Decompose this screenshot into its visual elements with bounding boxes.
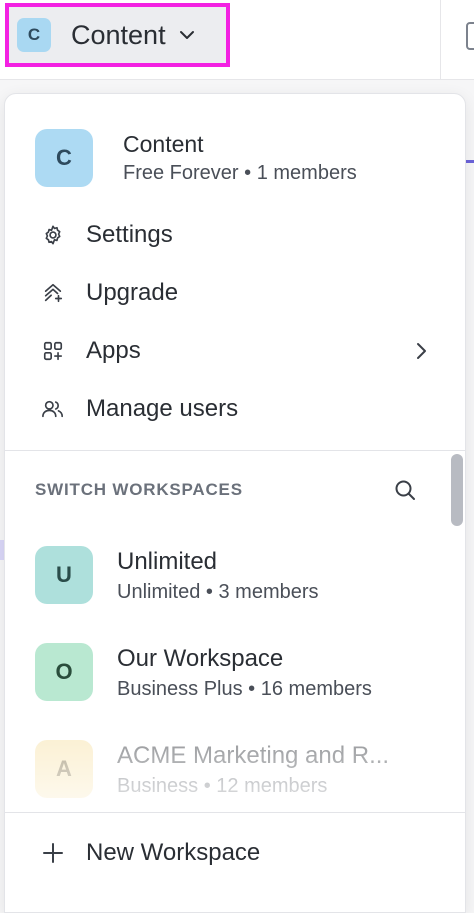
scrollbar-thumb[interactable] [451,454,463,526]
apps-grid-icon [41,339,65,363]
menu-item-upgrade[interactable]: Upgrade [5,264,465,322]
workspace-menu: Settings Upgrade Apps Manage users [5,206,465,438]
active-tab-indicator [466,160,474,163]
workspace-avatar: C [17,18,51,52]
menu-item-label: Manage users [86,395,239,422]
header-divider [440,0,441,80]
sidebar-toggle-icon[interactable] [466,22,474,50]
menu-item-label: Settings [86,221,173,248]
workspace-avatar: A [35,740,93,798]
workspace-avatar: O [35,643,93,701]
users-icon [41,397,65,421]
workspace-list: U Unlimited Unlimited • 3 members O Our … [35,546,445,837]
search-icon[interactable] [393,478,419,504]
current-workspace-avatar: C [35,129,93,187]
workspace-item-name: Unlimited [117,548,218,575]
workspace-switcher-button[interactable]: C Content [5,3,230,67]
workspace-item-plan: Business • 12 members [117,775,328,797]
workspace-item-acme-marketing[interactable]: A ACME Marketing and R... Business • 12 … [35,740,445,837]
chevron-right-icon [411,341,431,361]
upgrade-icon [41,281,65,305]
menu-item-apps[interactable]: Apps [5,322,465,380]
current-workspace-plan: Free Forever • 1 members [123,162,357,184]
divider [5,812,465,813]
current-workspace: C Content Free Forever • 1 members [35,129,357,187]
menu-item-label: Upgrade [86,279,179,306]
workspace-name: Content [71,19,166,50]
workspace-item-plan: Unlimited • 3 members [117,581,319,603]
divider [5,450,465,451]
workspace-item-name: ACME Marketing and R... [117,742,390,769]
workspace-dropdown: C Content Free Forever • 1 members Setti… [4,93,466,913]
gear-icon [41,223,65,247]
menu-item-settings[interactable]: Settings [5,206,465,264]
current-workspace-name: Content [123,131,204,157]
workspace-item-name: Our Workspace [117,645,284,672]
workspace-item-unlimited[interactable]: U Unlimited Unlimited • 3 members [35,546,445,643]
switch-workspaces-header: SWITCH WORKSPACES [35,480,243,499]
workspace-avatar: U [35,546,93,604]
workspace-item-plan: Business Plus • 16 members [117,678,372,700]
workspace-item-our-workspace[interactable]: O Our Workspace Business Plus • 16 membe… [35,643,445,740]
menu-item-label: Apps [86,337,141,364]
menu-item-manage-users[interactable]: Manage users [5,380,465,438]
chevron-down-icon [178,26,196,44]
new-workspace-button[interactable]: New Workspace [41,839,260,867]
new-workspace-label: New Workspace [86,839,261,866]
plus-icon [41,841,65,865]
